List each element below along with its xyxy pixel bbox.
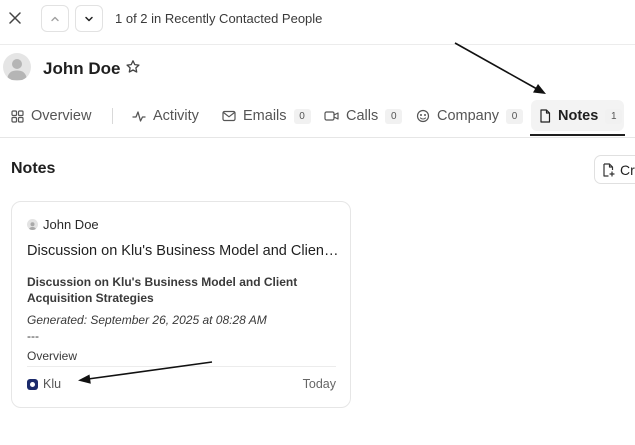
company-icon <box>416 109 430 123</box>
note-footer: Klu Today <box>27 377 336 395</box>
avatar <box>3 53 31 81</box>
favorite-button[interactable] <box>125 59 143 77</box>
note-card[interactable]: John Doe Discussion on Klu's Business Mo… <box>11 201 351 408</box>
note-title: Discussion on Klu's Business Model and C… <box>27 243 339 259</box>
user-icon <box>7 59 27 80</box>
video-camera-icon <box>324 111 339 121</box>
tab-count-badge: 0 <box>385 108 403 124</box>
person-name: John Doe <box>43 59 121 78</box>
previous-record-button[interactable] <box>41 5 69 32</box>
tab-label: Calls <box>346 108 379 124</box>
record-tabs: Overview Activity Emails 0 Calls 0 Compa… <box>0 96 635 138</box>
note-organization[interactable]: Klu <box>27 377 61 391</box>
tab-label: Notes <box>558 108 599 124</box>
close-icon <box>9 12 21 24</box>
tab-label: Emails <box>243 108 287 124</box>
tab-count-badge: 0 <box>506 108 524 124</box>
organization-logo-icon <box>27 378 38 390</box>
document-icon <box>540 109 551 123</box>
activity-icon <box>132 110 146 122</box>
note-date: Today <box>302 377 336 391</box>
tab-activity[interactable]: Activity <box>132 96 199 136</box>
record-pager-text: 1 of 2 in Recently Contacted People <box>115 11 323 26</box>
create-note-label: Cr <box>620 161 635 178</box>
tab-divider <box>112 108 113 124</box>
close-button[interactable] <box>4 7 26 29</box>
note-preview-rule: --- <box>27 329 39 343</box>
note-preview-generated: Generated: September 26, 2025 at 08:28 A… <box>27 313 267 327</box>
tab-label: Overview <box>31 108 92 124</box>
chevron-down-icon <box>85 16 93 21</box>
tab-count-badge: 0 <box>293 108 311 124</box>
note-author-name: John Doe <box>43 217 99 232</box>
file-plus-icon <box>603 162 615 177</box>
next-record-button[interactable] <box>75 5 103 32</box>
note-author: John Doe <box>27 217 99 232</box>
create-note-button[interactable]: Cr <box>594 155 635 184</box>
tab-count-badge: 1 <box>605 108 623 124</box>
layout-grid-icon <box>11 109 24 123</box>
note-preview-next: Overview <box>27 349 78 360</box>
note-preview-heading: Discussion on Klu's Business Model and C… <box>27 275 298 305</box>
tab-overview[interactable]: Overview <box>11 96 91 136</box>
tab-label: Company <box>437 108 500 124</box>
chevron-up-icon <box>51 16 59 21</box>
tab-company[interactable]: Company 0 <box>416 96 524 136</box>
tab-emails[interactable]: Emails 0 <box>222 96 311 136</box>
tab-notes[interactable]: Notes 1 <box>539 96 623 136</box>
mail-icon <box>222 110 236 122</box>
tab-calls[interactable]: Calls 0 <box>324 96 403 136</box>
author-avatar-icon <box>27 219 38 230</box>
person-header: John Doe <box>0 44 635 92</box>
tab-label: Activity <box>153 108 199 124</box>
note-preview: Discussion on Klu's Business Model and C… <box>27 274 339 360</box>
organization-name: Klu <box>43 377 62 391</box>
note-card-divider <box>27 366 336 367</box>
record-top-bar: 1 of 2 in Recently Contacted People <box>0 0 635 45</box>
star-icon <box>126 60 140 73</box>
section-title: Notes <box>11 160 56 177</box>
active-tab-underline <box>530 134 625 136</box>
